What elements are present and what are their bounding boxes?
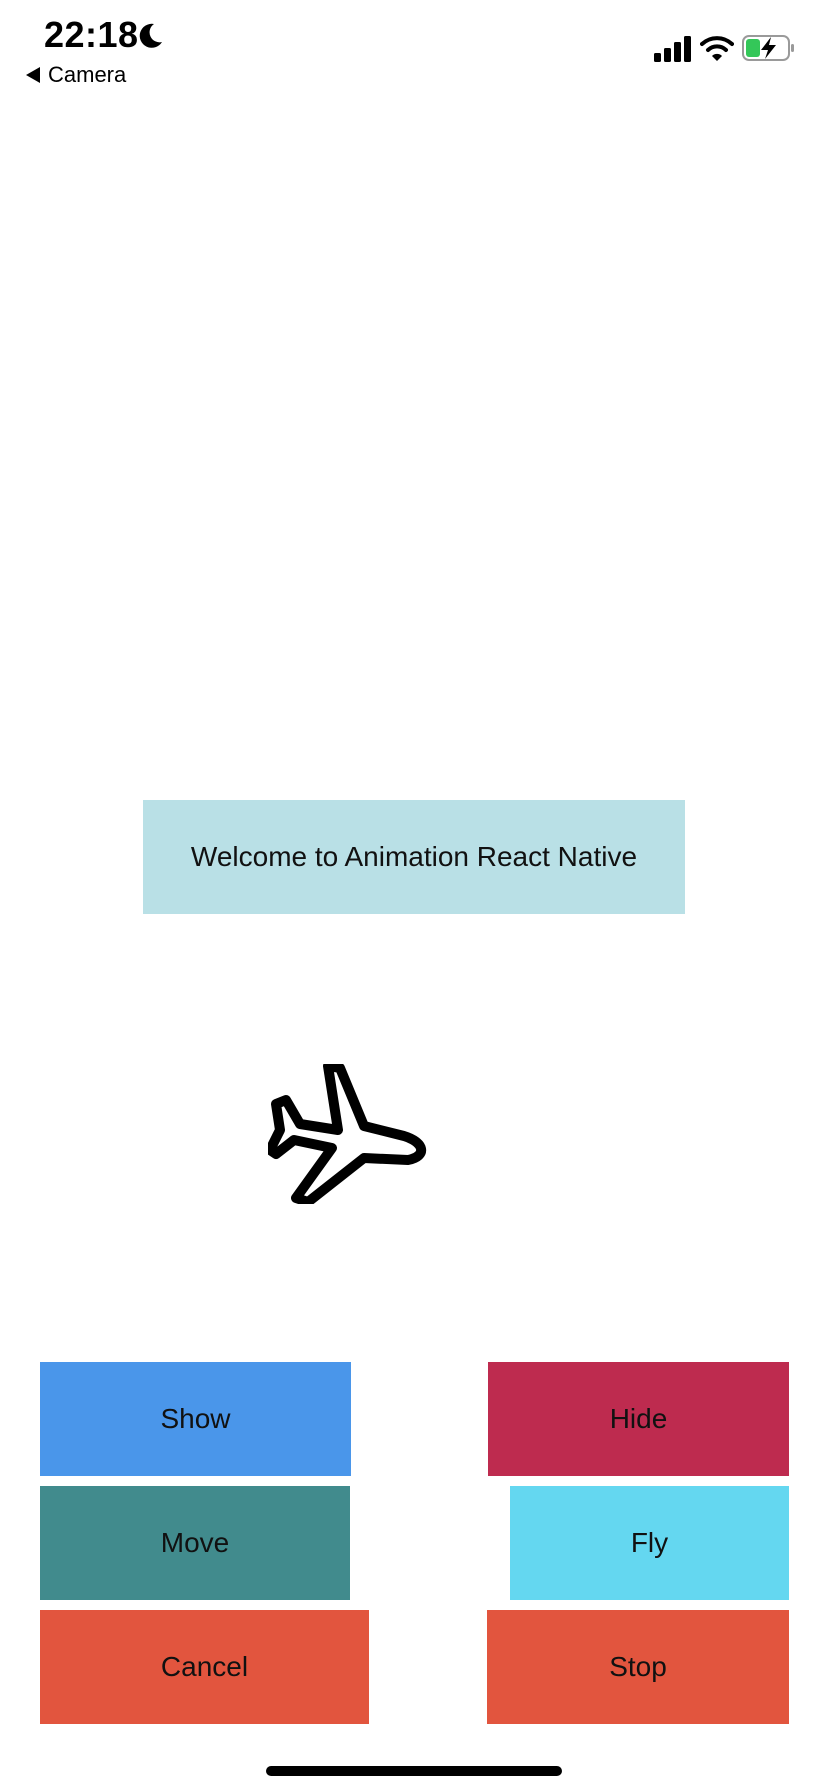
- home-indicator[interactable]: [266, 1766, 562, 1776]
- fly-button-label: Fly: [630, 1527, 669, 1558]
- wifi-icon: [700, 36, 734, 61]
- move-button-label: Move: [160, 1527, 230, 1558]
- welcome-banner: Welcome to Animation React Native: [143, 800, 685, 914]
- moon-icon: [139, 23, 162, 48]
- fly-button[interactable]: Fly: [510, 1486, 789, 1600]
- stop-button-label: Stop: [609, 1651, 667, 1682]
- hide-button[interactable]: Hide: [488, 1362, 789, 1476]
- cancel-button[interactable]: Cancel: [40, 1610, 369, 1724]
- battery-charging-icon: [742, 35, 794, 61]
- status-time: 22:18: [44, 14, 139, 55]
- back-arrow-icon: [26, 67, 40, 83]
- cellular-signal-icon: [654, 36, 691, 62]
- app-screen: 22:18 Camera Welcome to Animation React …: [0, 0, 828, 1792]
- show-button-label: Show: [160, 1403, 231, 1434]
- stop-button[interactable]: Stop: [487, 1610, 789, 1724]
- back-to-camera-link[interactable]: Camera: [26, 62, 126, 88]
- airplane-icon: [268, 1064, 426, 1204]
- cancel-button-label: Cancel: [160, 1651, 249, 1682]
- show-button[interactable]: Show: [40, 1362, 351, 1476]
- move-button[interactable]: Move: [40, 1486, 350, 1600]
- back-link-label: Camera: [48, 62, 127, 87]
- hide-button-label: Hide: [609, 1403, 668, 1434]
